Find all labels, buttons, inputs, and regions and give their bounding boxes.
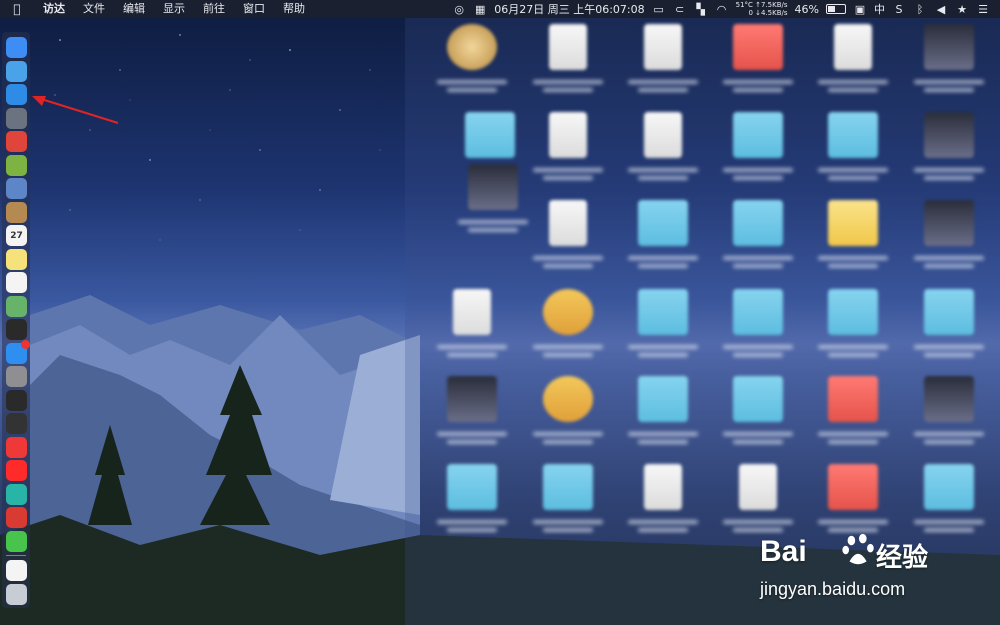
menu-view[interactable]: 显示 — [154, 0, 194, 18]
desktop-item[interactable] — [427, 285, 517, 375]
net-down: ↓4.5KB/s — [755, 9, 788, 17]
battery-percent[interactable]: 46% — [795, 3, 819, 16]
watermark-url: jingyan.baidu.com — [760, 579, 906, 599]
wechat-icon[interactable] — [6, 530, 27, 552]
vivaldi-icon[interactable] — [6, 436, 27, 458]
battery-icon[interactable] — [826, 4, 846, 14]
red-arrow-annotation — [32, 96, 119, 124]
control-list-icon[interactable]: ☰ — [976, 3, 990, 16]
activity-monitor-icon[interactable] — [6, 389, 27, 411]
yandex-icon[interactable] — [6, 460, 27, 481]
desktop-item[interactable] — [808, 285, 898, 375]
cpu-temp: 51°C — [735, 1, 753, 9]
star-icon[interactable]: ★ — [955, 3, 969, 16]
menu-window[interactable]: 窗口 — [234, 0, 274, 18]
desktop-item[interactable] — [904, 196, 994, 286]
app-red-icon[interactable] — [6, 131, 27, 152]
desktop-item[interactable] — [523, 196, 613, 286]
input-method[interactable]: 中 — [874, 1, 885, 17]
calendar-date-label: 27 — [10, 230, 23, 241]
menu-file[interactable]: 文件 — [74, 0, 114, 18]
maps-icon[interactable] — [6, 295, 27, 317]
netease-music-icon[interactable] — [6, 507, 27, 528]
desktop-item[interactable] — [618, 372, 708, 462]
system-monitor[interactable]: 51°C ↑7.5KB/s 0 ↓4.5KB/s — [736, 1, 788, 17]
menu-finder[interactable]: 访达 — [34, 0, 74, 18]
baidu-jingyan-watermark: Bai 经验 jingyan.baidu.com — [760, 533, 950, 605]
launchpad-icon[interactable] — [6, 107, 27, 129]
desktop-item[interactable] — [904, 108, 994, 198]
notes-icon[interactable] — [6, 248, 27, 270]
dock-separator — [6, 555, 26, 556]
watermark-brand: Bai — [760, 535, 807, 568]
paw-icon — [842, 533, 874, 565]
desktop-item[interactable] — [523, 372, 613, 462]
desktop-item[interactable] — [808, 20, 898, 110]
calendar-icon[interactable]: 27 — [6, 225, 27, 246]
teal-app-icon[interactable] — [6, 483, 27, 505]
desktop-item[interactable] — [618, 460, 708, 550]
net-down-prefix: 0 — [748, 9, 753, 17]
desktop-item[interactable] — [713, 108, 803, 198]
android-icon[interactable] — [6, 154, 27, 176]
desktop-item[interactable] — [427, 460, 517, 550]
desktop-item[interactable] — [523, 285, 613, 375]
mirror-icon[interactable]: ▣ — [853, 3, 867, 16]
desktop-item[interactable] — [808, 196, 898, 286]
safari-icon[interactable] — [6, 84, 27, 105]
sogou-icon[interactable]: S — [892, 3, 906, 16]
trash-icon[interactable] — [6, 583, 27, 605]
finder-icon[interactable] — [6, 37, 27, 58]
terminal-icon[interactable] — [6, 319, 27, 340]
desktop-item[interactable] — [808, 372, 898, 462]
clock-text[interactable]: 06月27日 周三 上午06:07:08 — [494, 1, 644, 17]
menu-help[interactable]: 帮助 — [274, 0, 314, 18]
desktop-item[interactable] — [427, 372, 517, 462]
desktop-item[interactable] — [618, 285, 708, 375]
system-preferences-icon[interactable] — [6, 366, 27, 387]
display-icon[interactable]: ▭ — [652, 3, 666, 16]
desktop-item[interactable] — [713, 196, 803, 286]
desktop-item[interactable] — [523, 460, 613, 550]
notification-badge — [21, 339, 30, 349]
desktop-item[interactable] — [618, 196, 708, 286]
status-area: ◎ ▦ 06月27日 周三 上午06:07:08 ▭ ⊂ ▚ ◠ 51°C ↑7… — [452, 1, 1000, 17]
wifi-icon[interactable]: ◠ — [715, 3, 729, 16]
desktop-item[interactable] — [713, 372, 803, 462]
watermark-brand-cn: 经验 — [876, 543, 929, 573]
menu-go[interactable]: 前往 — [194, 0, 234, 18]
desktop-item[interactable] — [904, 285, 994, 375]
reminders-icon[interactable] — [6, 272, 27, 293]
globe-icon[interactable]: ◎ — [452, 3, 466, 16]
desktop-item[interactable] — [618, 108, 708, 198]
document-icon[interactable] — [6, 560, 27, 581]
desktop-item[interactable] — [904, 20, 994, 110]
apple-menu-icon[interactable]:  — [0, 2, 34, 16]
desktop-item[interactable] — [713, 285, 803, 375]
net-up: ↑7.5KB/s — [755, 1, 788, 9]
app-menu-icon[interactable]: ▚ — [694, 3, 708, 16]
link-icon[interactable]: ⊂ — [673, 3, 687, 16]
desktop-item[interactable] — [523, 20, 613, 110]
dock: 27 — [2, 32, 30, 608]
bluetooth-icon[interactable]: ᛒ — [913, 3, 927, 16]
preview-icon[interactable] — [6, 178, 27, 199]
desktop-item[interactable] — [427, 20, 517, 110]
volume-icon[interactable]: ◀ — [934, 3, 948, 16]
menu-edit[interactable]: 编辑 — [114, 0, 154, 18]
siri-icon[interactable] — [6, 60, 27, 82]
calendar-menu-icon[interactable]: ▦ — [473, 3, 487, 16]
desktop-item[interactable] — [618, 20, 708, 110]
desktop-item[interactable] — [904, 372, 994, 462]
app-store-icon[interactable] — [6, 339, 30, 364]
notes-brown-icon[interactable] — [6, 201, 27, 223]
desktop-item[interactable] — [713, 20, 803, 110]
console-icon[interactable] — [6, 413, 27, 434]
desktop-item[interactable] — [808, 108, 898, 198]
menu-bar:  访达 文件 编辑 显示 前往 窗口 帮助 ◎ ▦ 06月27日 周三 上午0… — [0, 0, 1000, 18]
